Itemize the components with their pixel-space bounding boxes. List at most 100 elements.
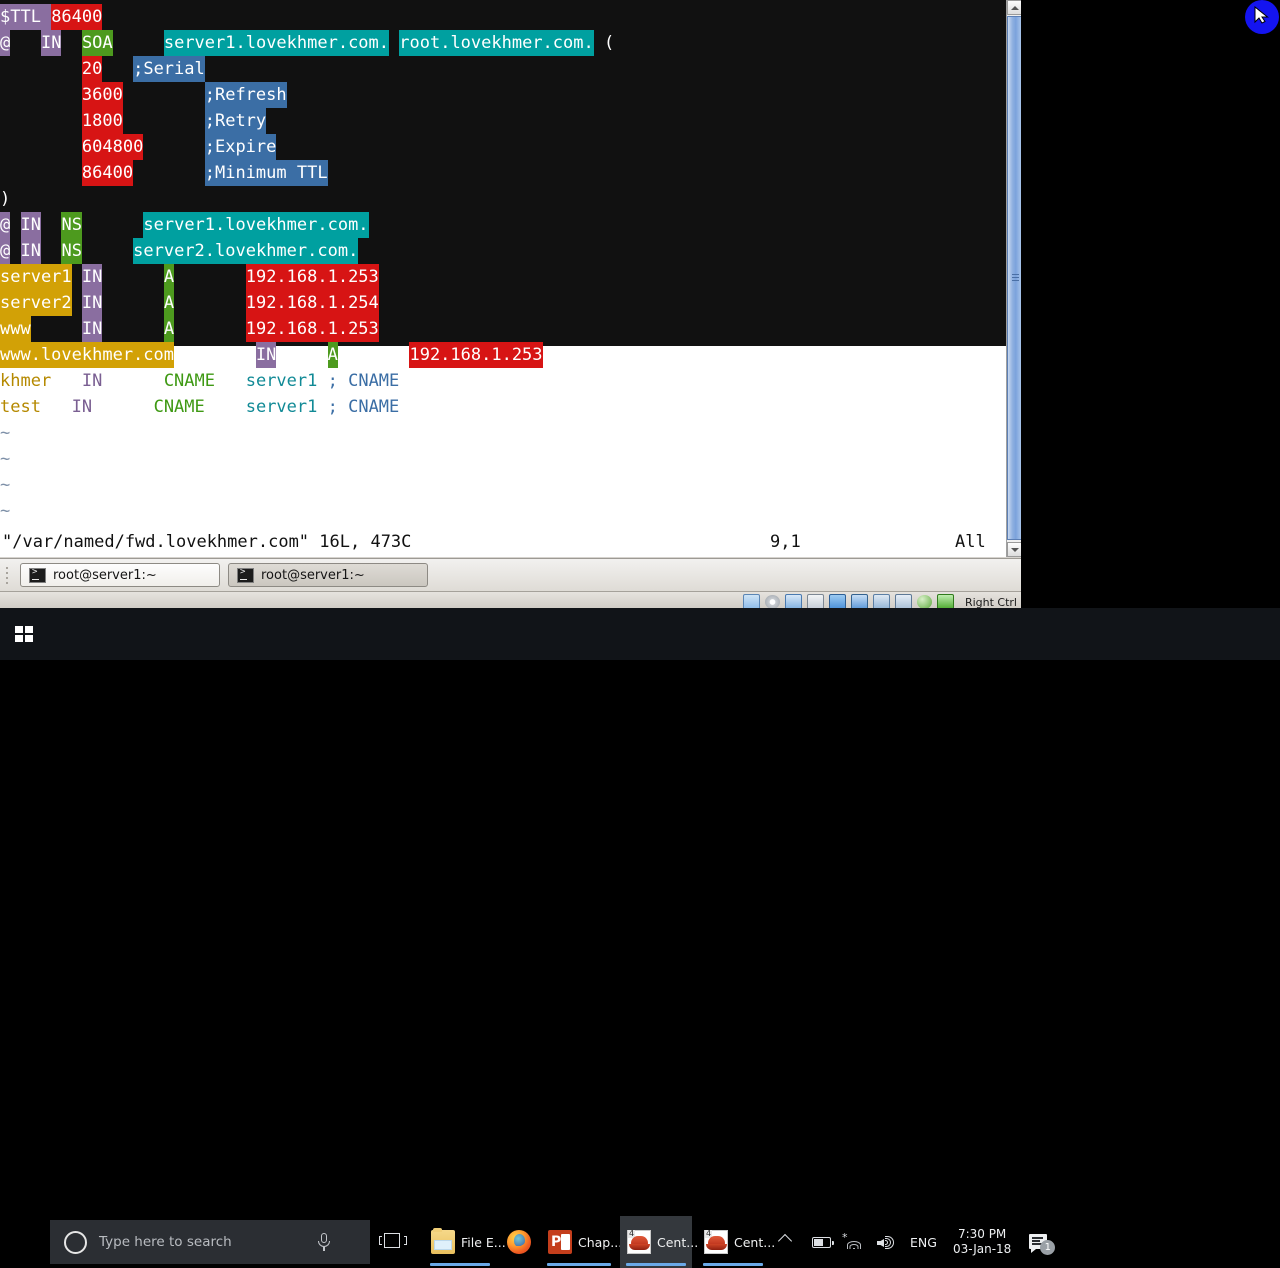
vim-token: IN: [81, 316, 103, 342]
windows-logo-icon: [15, 626, 33, 643]
microphone-icon[interactable]: [316, 1233, 332, 1251]
tab-root-server1-2[interactable]: root@server1:~: [228, 563, 428, 587]
scrollbar-thumb[interactable]: [1007, 16, 1021, 540]
tab-root-server1-1[interactable]: root@server1:~: [20, 563, 220, 587]
scrollbar-down-arrow-icon[interactable]: [1007, 542, 1021, 557]
vim-token: SOA: [81, 30, 113, 56]
vim-line: ): [0, 186, 10, 212]
vim-token: [133, 160, 205, 186]
taskbar-app-firefox[interactable]: [503, 1216, 535, 1268]
vim-token: ;Retry: [204, 108, 267, 134]
vim-line: $TTL 86400: [0, 4, 103, 30]
volume-icon[interactable]: [877, 1235, 895, 1250]
vim-token: IN: [81, 371, 103, 391]
vim-token: [92, 394, 153, 420]
vim-empty-line-marker: ~: [0, 498, 10, 524]
show-hidden-icons-chevron-icon[interactable]: [778, 1229, 794, 1245]
vim-token: [174, 316, 246, 342]
vim-token: [51, 368, 82, 394]
vim-token: test: [0, 397, 41, 417]
battery-icon[interactable]: [812, 1236, 834, 1248]
windows-taskbar: Type here to search File E... Chap...: [0, 608, 1280, 1268]
vim-empty-line-marker: ~: [0, 420, 10, 446]
vim-token: @: [0, 238, 11, 264]
start-button[interactable]: [8, 617, 42, 651]
vim-token: [205, 394, 246, 420]
search-placeholder: Type here to search: [99, 1234, 232, 1250]
clock[interactable]: 7:30 PM 03-Jan-18: [953, 1227, 1011, 1257]
task-view-right-icon: [404, 1236, 407, 1245]
vim-token: www: [0, 316, 31, 342]
vim-token: [31, 316, 82, 342]
tab-label: root@server1:~: [53, 567, 157, 583]
virtualbox-vm-window[interactable]: $TTL 86400 @ IN SOA server1.lovekhmer.com…: [0, 0, 1021, 610]
vim-token: @: [0, 30, 11, 56]
vim-token: [0, 82, 82, 108]
vim-token: IN: [81, 290, 103, 316]
tilde-icon: ~: [0, 449, 11, 469]
taskbar-app-file-explorer[interactable]: File E...: [424, 1216, 506, 1268]
vim-token: [0, 134, 82, 160]
vim-text-area[interactable]: $TTL 86400 @ IN SOA server1.lovekhmer.com…: [0, 0, 1006, 557]
taskbar-app-centos-2[interactable]: 4 Cent...: [697, 1216, 775, 1268]
vim-token: [317, 394, 327, 420]
vim-token: [174, 342, 256, 368]
terminal-icon: [29, 567, 46, 583]
vim-token: [276, 342, 327, 368]
vim-token: [102, 290, 163, 316]
terminal-screen[interactable]: $TTL 86400 @ IN SOA server1.lovekhmer.com…: [0, 0, 1006, 557]
virtualbox-centos-icon: 4: [704, 1230, 728, 1254]
vim-token: [61, 30, 81, 56]
system-tray: * ENG 7:30 PM 03-Jan-18 1: [805, 1216, 1059, 1268]
vim-token: IN: [20, 212, 41, 238]
mouse-pointer-icon: [1254, 6, 1269, 24]
taskbar-app-centos-1[interactable]: 4 Cent...: [620, 1216, 698, 1268]
vim-token: ; CNAME: [327, 397, 400, 417]
vim-token: [10, 238, 20, 264]
clock-time: 7:30 PM: [957, 1227, 1007, 1241]
vim-token: khmer: [0, 371, 52, 391]
vim-line: test IN CNAME server1 ; CNAME: [0, 394, 399, 420]
vim-line: www IN A 192.168.1.253: [0, 316, 379, 342]
scrollbar-up-arrow-icon[interactable]: [1007, 0, 1021, 15]
vim-token: server1: [245, 397, 318, 417]
terminal-scrollbar[interactable]: [1006, 0, 1021, 557]
cortana-icon: [64, 1230, 87, 1254]
vim-token: A: [163, 264, 175, 290]
wifi-icon[interactable]: *: [842, 1232, 863, 1249]
search-input[interactable]: Type here to search: [50, 1220, 370, 1264]
taskbar-app-powerpoint[interactable]: Chap...: [541, 1216, 622, 1268]
running-indicator: [430, 1263, 490, 1266]
vim-line: @ IN SOA server1.lovekhmer.com. root.lov…: [0, 30, 614, 56]
clock-date: 03-Jan-18: [952, 1242, 1012, 1256]
task-view-button[interactable]: [378, 1226, 408, 1256]
vim-token: [0, 108, 82, 134]
file-explorer-icon: [431, 1228, 455, 1254]
vim-token: server1.lovekhmer.com.: [143, 212, 369, 238]
mouse-integration-icon[interactable]: [916, 595, 932, 609]
vim-token: A: [163, 290, 175, 316]
vim-token: IN: [81, 264, 103, 290]
vim-token: server1.lovekhmer.com.: [163, 30, 390, 56]
vim-token: [10, 30, 41, 56]
vim-token: ;Serial: [133, 56, 205, 82]
vim-token: NS: [61, 238, 82, 264]
vim-token: ;Minimum TTL: [204, 160, 328, 186]
running-indicator: [626, 1263, 686, 1266]
running-indicator: [703, 1263, 763, 1266]
vim-token: 192.168.1.254: [245, 290, 379, 316]
action-center-icon[interactable]: 1: [1027, 1231, 1056, 1255]
vim-token: [113, 30, 164, 56]
optical-disk-icon[interactable]: [764, 595, 780, 609]
taskbar-app-label: Cent...: [734, 1234, 776, 1250]
vim-token: ;Expire: [204, 134, 277, 160]
taskbar-app-label: Chap...: [578, 1234, 623, 1250]
taskbar-app-label: File E...: [461, 1234, 506, 1250]
language-indicator[interactable]: ENG: [910, 1235, 937, 1250]
tilde-icon: ~: [0, 501, 11, 521]
vim-token: [102, 316, 163, 342]
vim-token: [72, 290, 82, 316]
vim-line: khmer IN CNAME server1 ; CNAME: [0, 368, 399, 394]
host-key-label: Right Ctrl: [964, 595, 1017, 609]
vim-token: NS: [61, 212, 82, 238]
